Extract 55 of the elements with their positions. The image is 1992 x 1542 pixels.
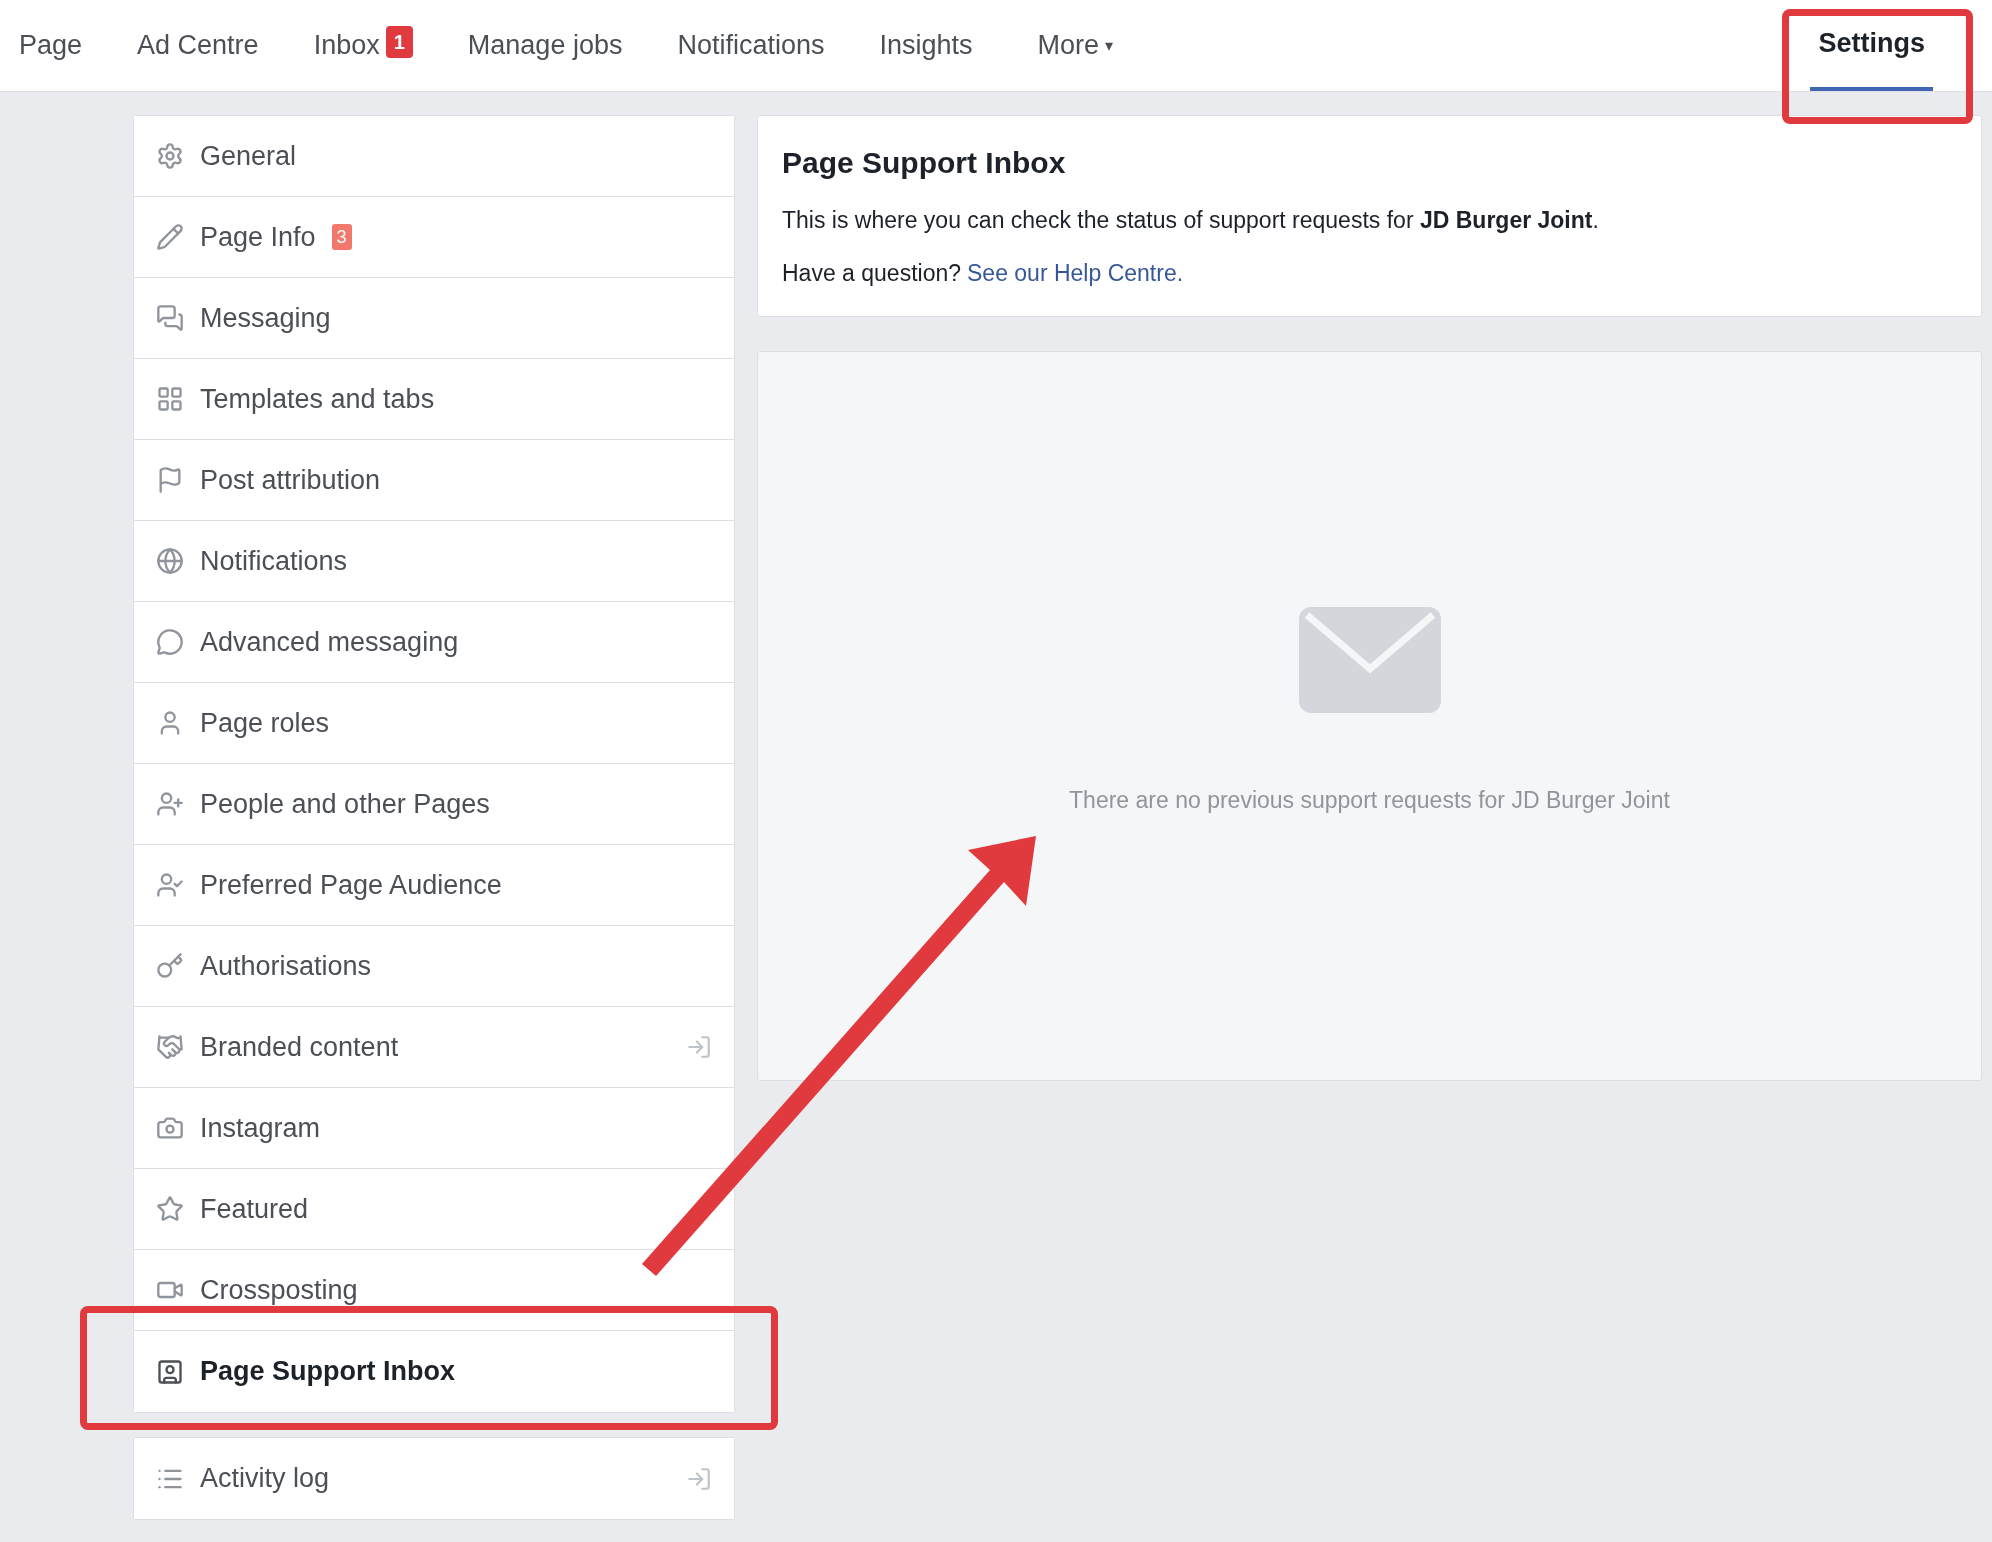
nav-tab[interactable]: Manage jobs — [467, 0, 623, 91]
sidebar-label: Page roles — [200, 706, 330, 740]
nav-label: Manage jobs — [467, 29, 623, 63]
sidebar-label: Featured — [200, 1192, 309, 1226]
sidebar-label: Post attribution — [200, 463, 381, 497]
nav-tab[interactable]: Ad Centre — [137, 0, 259, 91]
chat-bubble-icon — [156, 628, 184, 656]
sidebar-item[interactable]: General — [134, 116, 734, 197]
help-centre-link[interactable]: See our Help Centre. — [967, 255, 1184, 290]
sidebar-label: Activity log — [200, 1462, 330, 1496]
sidebar-label: People and other Pages — [200, 787, 490, 821]
sidebar-label: Templates and tabs — [200, 382, 435, 416]
sidebar-label: Preferred Page Audience — [200, 868, 502, 902]
sidebar-label: Page Info — [200, 220, 316, 254]
nav-label: Insights — [879, 29, 973, 63]
nav-tab[interactable]: More ▾ — [1037, 0, 1114, 91]
sidebar-label: Page Support Inbox — [200, 1355, 455, 1389]
nav-label: Ad Centre — [137, 29, 259, 63]
person-check-icon — [156, 871, 184, 899]
globe-icon — [156, 547, 184, 575]
nav-tab[interactable]: Settings — [1810, 0, 1933, 91]
sidebar-label: Crossposting — [200, 1273, 358, 1307]
key-icon — [156, 952, 184, 980]
envelope-icon — [1298, 607, 1441, 713]
star-icon — [156, 1195, 184, 1223]
count-badge: 1 — [385, 25, 413, 58]
card-description: This is where you can check the status of support requests for JD Burger Joint. — [782, 206, 1600, 235]
nav-label: Notifications — [677, 29, 825, 63]
nav-label: Page — [19, 29, 83, 63]
nav-tab[interactable]: Insights — [879, 0, 973, 91]
question-text: Have a question? — [782, 258, 961, 288]
count-badge: 3 — [331, 224, 352, 250]
nav-label: Inbox — [313, 29, 380, 63]
empty-state-message: There are no previous support requests for JD Burger Joint — [1069, 786, 1670, 815]
pencil-icon — [156, 223, 184, 251]
sidebar-label: Authorisations — [200, 949, 372, 983]
sidebar-label: General — [200, 139, 297, 173]
nav-tab[interactable]: Notifications — [677, 0, 825, 91]
chat-bubbles-icon — [156, 304, 184, 332]
grid-icon — [156, 385, 184, 413]
gear-icon — [156, 142, 184, 170]
sidebar-label: Notifications — [200, 544, 348, 578]
card-title: Page Support Inbox — [782, 145, 1067, 181]
sidebar-item[interactable]: Activity log — [134, 1438, 734, 1519]
nav-tab[interactable]: Inbox 1 — [313, 0, 413, 91]
sidebar-label: Advanced messaging — [200, 625, 459, 659]
sidebar-label: Instagram — [200, 1111, 321, 1145]
nav-tab[interactable]: Page — [19, 0, 83, 91]
sidebar-label: Branded content — [200, 1030, 399, 1064]
sidebar-label: Messaging — [200, 301, 331, 335]
person-plus-icon — [156, 790, 184, 818]
handshake-icon — [156, 1033, 184, 1061]
nav-label: More — [1037, 29, 1100, 63]
square-icon — [156, 1357, 184, 1386]
caret-icon: ▾ — [1105, 33, 1114, 58]
